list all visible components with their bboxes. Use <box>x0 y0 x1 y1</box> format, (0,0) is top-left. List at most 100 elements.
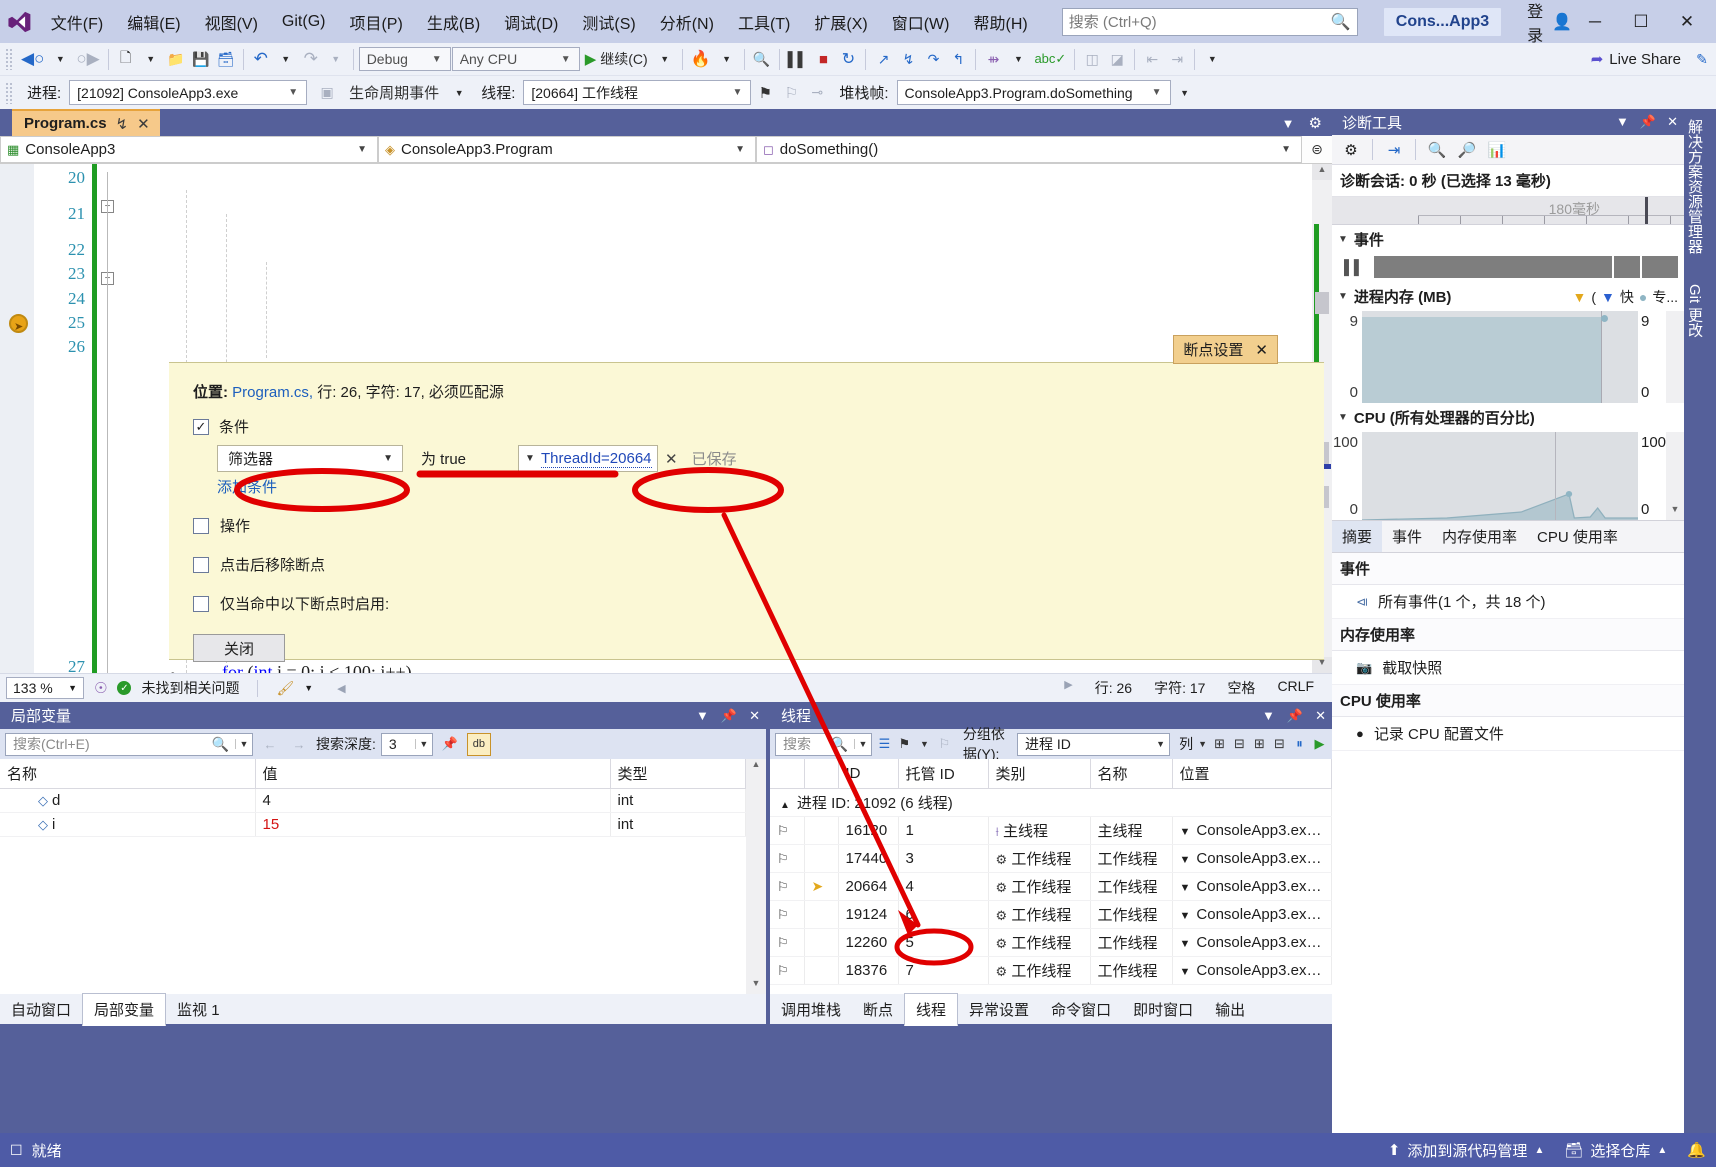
group-threads-icon[interactable]: ☰ <box>877 733 892 756</box>
menu-tools[interactable]: 工具(T) <box>726 5 802 39</box>
locals-search-input[interactable]: 搜索(Ctrl+E) 🔍 ▼ <box>5 732 253 756</box>
chevron-down-icon[interactable]: ▼ <box>1262 708 1275 724</box>
chevron-down-icon[interactable]: ▼ <box>1180 854 1197 866</box>
chevron-down-icon[interactable]: ▼ <box>1180 966 1197 978</box>
table-row[interactable]: ⚐ 16120 1 ⟊ 主线程 主线程 ▼ConsoleApp3.exe!Con… <box>770 816 1332 845</box>
tab-output[interactable]: 输出 <box>1204 994 1256 1025</box>
chevron-down-icon[interactable]: ▼ <box>1180 826 1197 838</box>
close-icon[interactable]: ✕ <box>137 115 150 133</box>
debug-toolbar-overflow-icon[interactable]: ▼ <box>1173 80 1197 105</box>
menu-help[interactable]: 帮助(H) <box>961 5 1039 39</box>
attach-to-process-icon[interactable]: 🔍 <box>750 47 774 72</box>
pin-variable-icon[interactable]: 📌 <box>438 733 462 756</box>
maximize-button[interactable]: ☐ <box>1618 1 1664 43</box>
pin-icon[interactable]: ↯ <box>116 115 129 133</box>
events-bar[interactable] <box>1373 256 1678 278</box>
toolbar-options-icon[interactable]: ▼ <box>1200 47 1224 72</box>
feedback-icon[interactable]: ✎ <box>1690 47 1714 72</box>
threads-group-row[interactable]: ▲ 进程 ID: 21092 (6 线程) <box>770 788 1332 817</box>
threads-col-id[interactable]: ID <box>838 759 899 789</box>
menu-project[interactable]: 项目(P) <box>337 5 414 39</box>
remove-after-hit-checkbox[interactable] <box>193 556 209 573</box>
locals-row-value[interactable]: 4 <box>255 788 611 813</box>
pin-icon[interactable]: 📌 <box>1640 114 1656 130</box>
threads-search-input[interactable]: 搜索 🔍 ▼ <box>775 732 872 756</box>
code-cleanup-dropdown-icon[interactable]: ▼ <box>304 683 313 693</box>
intellicode-icon[interactable]: ☉ <box>94 679 107 697</box>
flag-icon[interactable]: ⚐ <box>777 879 789 894</box>
menu-build[interactable]: 生成(B) <box>415 5 492 39</box>
code-cleanup-icon[interactable]: 🖌 <box>276 680 294 697</box>
threads-col-current[interactable] <box>804 759 839 789</box>
memory-plot[interactable] <box>1362 311 1638 403</box>
table-row[interactable]: ⚐ 19124 6 ⚙ 工作线程 工作线程 ▼ ConsoleApp3.exe!C… <box>770 900 1332 929</box>
events-section-header[interactable]: ▼ 事件 <box>1332 225 1684 254</box>
add-condition-link[interactable]: 添加条件 <box>217 476 1324 497</box>
debug-toolbar-grip[interactable] <box>5 81 14 104</box>
table-row[interactable]: ◇ d 4 int <box>0 788 746 813</box>
locals-row-value[interactable]: 15 <box>255 812 611 837</box>
split-editor-icon[interactable]: ⊜ <box>1302 136 1332 163</box>
toolbar-grip[interactable] <box>5 48 14 70</box>
break-all-icon[interactable]: ▌▌ <box>785 47 811 72</box>
freeze-threads-icon[interactable]: ⏸ <box>1292 733 1307 756</box>
export-icon[interactable]: ⇥ <box>1381 138 1407 162</box>
tab-list-dropdown-icon[interactable]: ▼ <box>1282 116 1295 131</box>
collapse-all-icon[interactable]: ⊟ <box>1232 733 1247 756</box>
clear-condition-icon[interactable]: ✕ <box>658 450 682 468</box>
flag-thread-icon[interactable]: ⚑ <box>753 80 777 105</box>
chevron-up-icon[interactable]: ▲ <box>780 800 797 811</box>
table-row[interactable]: ⚐ 17440 3 ⚙ 工作线程 工作线程 ▼ ConsoleApp3.exe!C… <box>770 844 1332 873</box>
flag-icon[interactable]: ⚐ <box>777 851 789 866</box>
open-file-icon[interactable]: 📁 <box>164 47 188 72</box>
show-stats-icon[interactable]: 📊 <box>1484 138 1510 162</box>
summary-events-item[interactable]: ⧏ 所有事件(1 个，共 18 个) <box>1332 585 1684 619</box>
spellcheck-icon[interactable]: abc✓ <box>1031 47 1069 72</box>
undo-dropdown-icon[interactable]: ▼ <box>274 47 298 72</box>
process-combo[interactable]: [21092] ConsoleApp3.exe ▼ <box>69 80 308 105</box>
pin-icon[interactable]: 📌 <box>721 708 737 724</box>
stop-debugging-icon[interactable]: ■ <box>811 47 835 72</box>
locals-col-type[interactable]: 类型 <box>610 759 746 789</box>
threads-col-managed-id[interactable]: 托管 ID <box>898 759 989 789</box>
enable-when-hit-checkbox[interactable] <box>193 595 209 612</box>
sign-in-button[interactable]: 登录 👤 <box>1527 0 1572 46</box>
threads-col-name[interactable]: 名称 <box>1090 759 1173 789</box>
thread-combo[interactable]: [20664] 工作线程 ▼ <box>523 80 752 105</box>
scroll-down-arrow-icon[interactable]: ▼ <box>746 978 766 994</box>
git-changes-tab[interactable]: Git 更改 <box>1684 274 1705 347</box>
navigate-back-dropdown-icon[interactable]: ▼ <box>48 47 72 72</box>
search-depth-combo[interactable]: 3 ▼ <box>380 732 433 756</box>
show-raw-values-icon[interactable]: db <box>466 732 491 756</box>
restart-icon[interactable]: ↻ <box>836 47 860 72</box>
tab-callstack[interactable]: 调用堆栈 <box>770 994 852 1025</box>
navigate-back-icon[interactable]: ◀○ <box>18 47 47 72</box>
close-button[interactable]: ✕ <box>1664 1 1710 43</box>
notifications-button[interactable]: 🔔 <box>1687 1141 1706 1159</box>
close-icon[interactable]: ✕ <box>1315 708 1326 724</box>
tab-cpu-usage[interactable]: CPU 使用率 <box>1527 521 1628 552</box>
step-into-icon[interactable]: ↯ <box>896 47 920 72</box>
columns-dropdown-icon[interactable]: ▼ <box>1198 733 1207 756</box>
menu-view[interactable]: 视图(V) <box>193 5 270 39</box>
tab-exception-settings[interactable]: 异常设置 <box>958 994 1040 1025</box>
menu-window[interactable]: 窗口(W) <box>880 5 962 39</box>
thaw-threads-icon[interactable]: ▶ <box>1312 733 1327 756</box>
select-repository-button[interactable]: 🗃 选择仓库 ▲ <box>1564 1140 1667 1161</box>
editor-settings-gear-icon[interactable]: ⚙ <box>1309 114 1322 132</box>
threads-col-location[interactable]: 位置 <box>1172 759 1332 789</box>
expand-frames-icon[interactable]: ⊞ <box>1252 733 1267 756</box>
tab-watch1[interactable]: 监视 1 <box>166 994 231 1025</box>
expand-all-icon[interactable]: ⊞ <box>1212 733 1227 756</box>
chevron-down-icon[interactable]: ▼ <box>1180 910 1197 922</box>
solution-platform-combo[interactable]: Any CPU ▼ <box>451 47 580 71</box>
groupby-combo[interactable]: 进程 ID ▼ <box>1016 732 1171 756</box>
cpu-section-header[interactable]: ▼ CPU (所有处理器的百分比) <box>1332 403 1684 432</box>
tab-summary[interactable]: 摘要 <box>1332 521 1383 552</box>
menu-extensions[interactable]: 扩展(X) <box>802 5 879 39</box>
table-row[interactable]: ◇ i 15 int <box>0 812 746 837</box>
chevron-down-icon[interactable]: ▼ <box>1180 882 1197 894</box>
table-row[interactable]: ⚐ 18376 7 ⚙ 工作线程 工作线程 ▼ ConsoleApp3.exe!C… <box>770 956 1332 985</box>
solution-config-combo[interactable]: Debug ▼ <box>358 47 451 71</box>
menu-file[interactable]: 文件(F) <box>39 5 115 39</box>
